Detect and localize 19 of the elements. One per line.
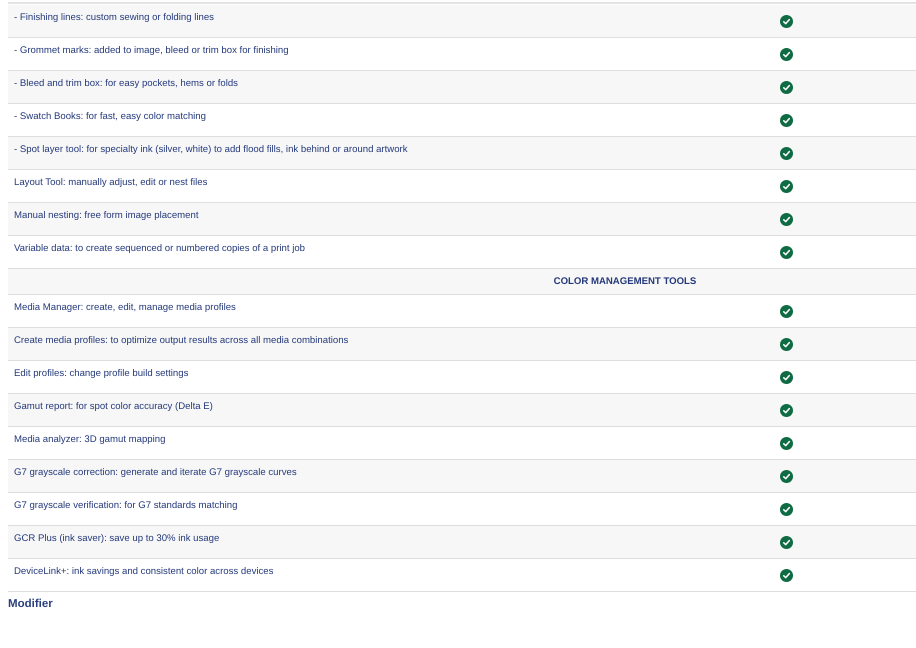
feature-cell-text: Edit profiles: change profile build settings — [13, 367, 190, 381]
feature-cell-text: Media Manager: create, edit, manage media profiles — [13, 301, 237, 315]
feature-cell-text: G7 grayscale verification: for G7 standards matching — [13, 499, 238, 513]
section-heading: COLOR MANAGEMENT TOOLS — [552, 275, 698, 289]
feature-cell-text: G7 grayscale correction: generate and iterate G7 grayscale curves — [13, 466, 298, 480]
feature-cell-text: DeviceLink+: ink savings and consistent color across devices — [13, 565, 274, 579]
feature-cell-text: Media analyzer: 3D gamut mapping — [13, 433, 166, 447]
feature-cell-text: - Finishing lines: custom sewing or folding lines — [13, 11, 215, 25]
feature-cell-text: Gamut report: for spot color accuracy (Delta E) — [13, 400, 214, 414]
feature-cell-text: - Grommet marks: added to image, bleed or trim box for finishing — [13, 44, 290, 58]
feature-cell-text: Create media profiles: to optimize output results across all media combinations — [13, 334, 350, 348]
feature-cell-text: Layout Tool: manually adjust, edit or nest files — [13, 176, 208, 190]
feature-cell-text: Variable data: to create sequenced or numbered copies of a print job — [13, 242, 306, 256]
feature-cell-text: GCR Plus (ink saver): save up to 30% ink usage — [13, 532, 220, 546]
section-title: Modifier — [8, 598, 54, 610]
feature-cell-text: - Bleed and trim box: for easy pockets, hems or folds — [13, 77, 239, 91]
feature-cell-text: Manual nesting: free form image placement — [13, 209, 200, 223]
feature-cell-text: - Spot layer tool: for specialty ink (silver, white) to add flood fills, ink behind or around artwork — [13, 143, 409, 157]
feature-cell-text: - Swatch Books: for fast, easy color matching — [13, 110, 207, 124]
